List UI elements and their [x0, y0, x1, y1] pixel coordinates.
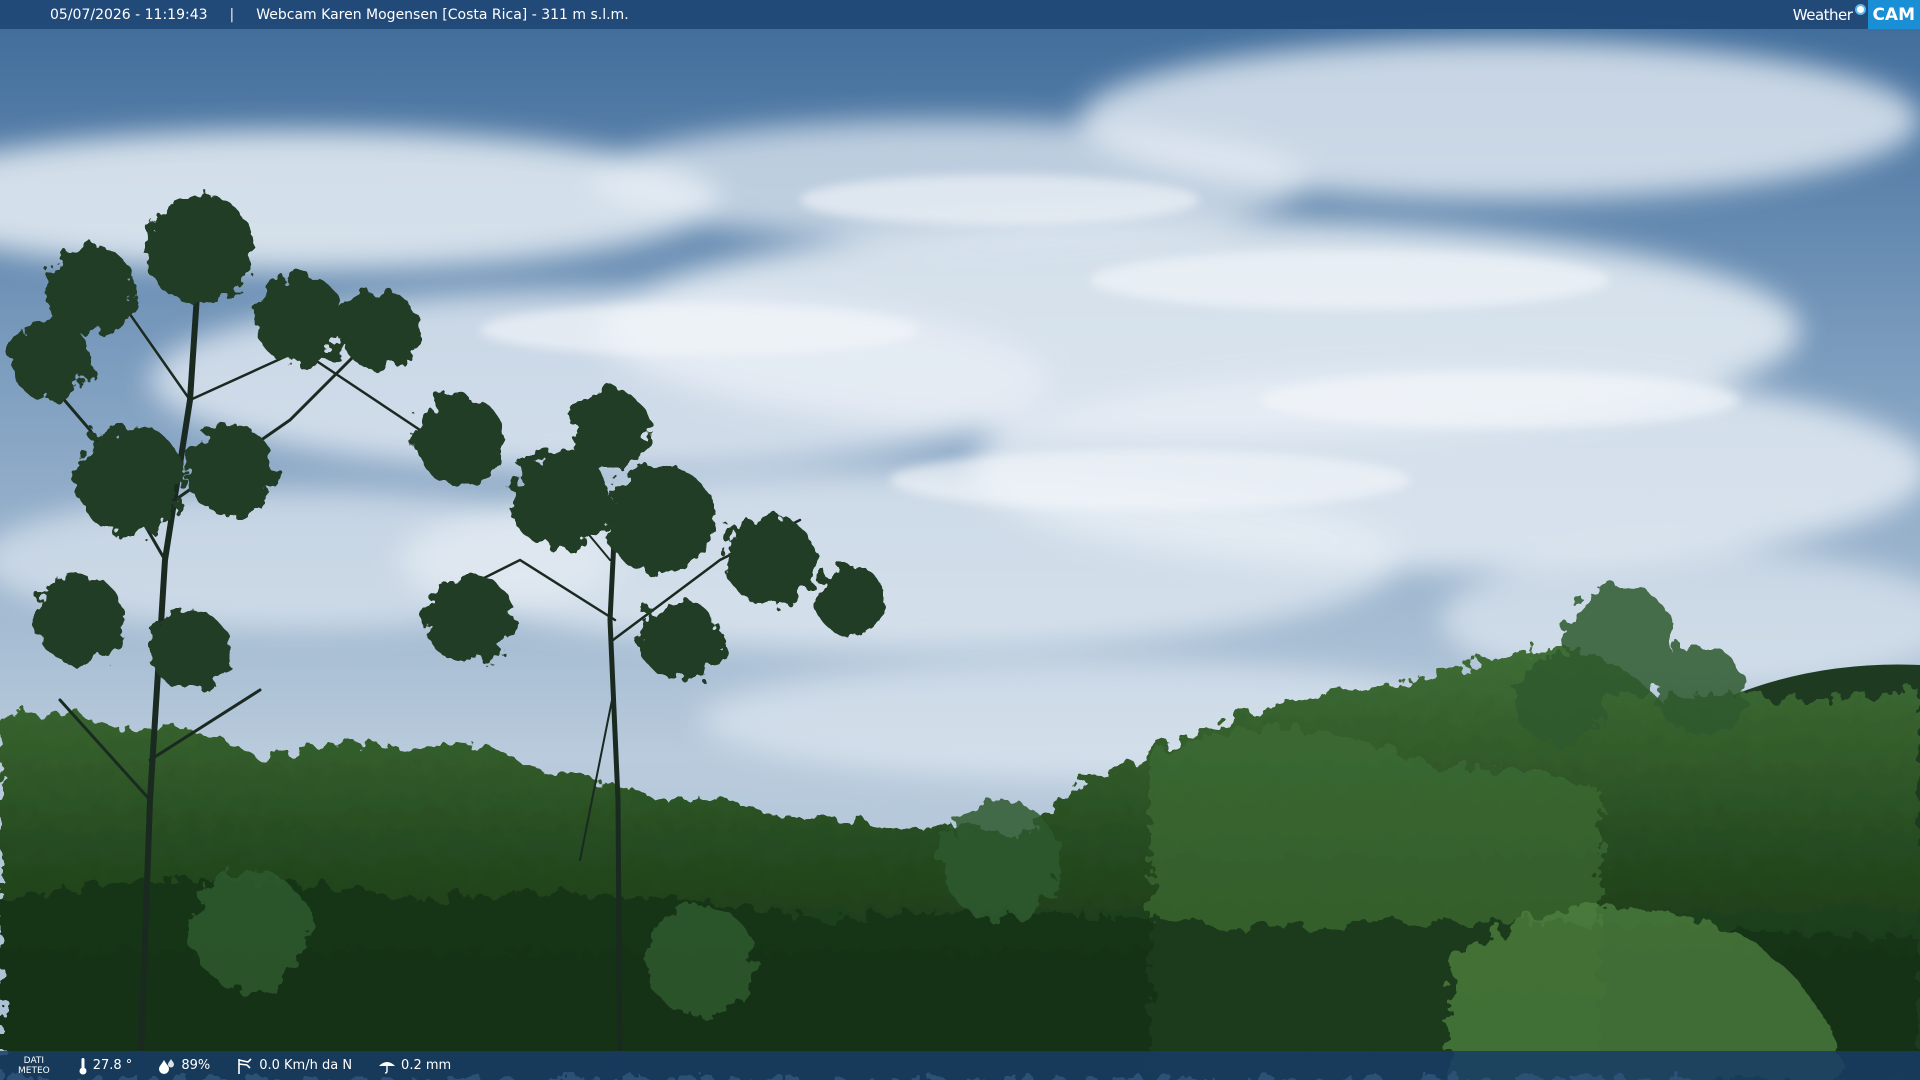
separator: |: [229, 6, 235, 23]
weather-data-bar: DATI METEO 27.8 ° 89% 0.0 Km/h da N 0.2 …: [0, 1051, 1920, 1080]
logo-word: Weather: [1792, 5, 1853, 24]
wind-icon: [238, 1057, 252, 1074]
rain-icon: [379, 1061, 396, 1074]
logo-dot-icon: [1855, 4, 1867, 15]
webcam-image: [0, 0, 1920, 1080]
webcam-title: Webcam Karen Mogensen [Costa Rica] - 311…: [256, 6, 629, 23]
info-bar: 05/07/2026 - 11:19:43 | Webcam Karen Mog…: [0, 0, 1920, 29]
temperature-value: 27.8 °: [92, 1058, 133, 1073]
weathercam-logo[interactable]: Weather CAM: [1793, 0, 1920, 29]
rain-value: 0.2 mm: [401, 1058, 452, 1073]
humidity-metric: 89%: [158, 1058, 210, 1074]
weather-data-label-line1: DATI: [23, 1055, 45, 1066]
wind-metric: 0.0 Km/h da N: [236, 1057, 352, 1075]
weather-data-label: DATI METEO: [18, 1056, 50, 1076]
rain-metric: 0.2 mm: [378, 1058, 451, 1074]
weather-data-label-line2: METEO: [18, 1065, 50, 1076]
logo-cam: CAM: [1868, 0, 1920, 29]
humidity-drop-icon: [159, 1058, 175, 1074]
thermometer-icon: [79, 1057, 87, 1074]
webcam-view: 05/07/2026 - 11:19:43 | Webcam Karen Mog…: [0, 0, 1920, 1080]
wind-value: 0.0 Km/h da N: [259, 1058, 353, 1073]
temperature-metric: 27.8 °: [78, 1057, 133, 1075]
humidity-value: 89%: [181, 1058, 211, 1073]
timestamp: 05/07/2026 - 11:19:43: [50, 6, 208, 23]
